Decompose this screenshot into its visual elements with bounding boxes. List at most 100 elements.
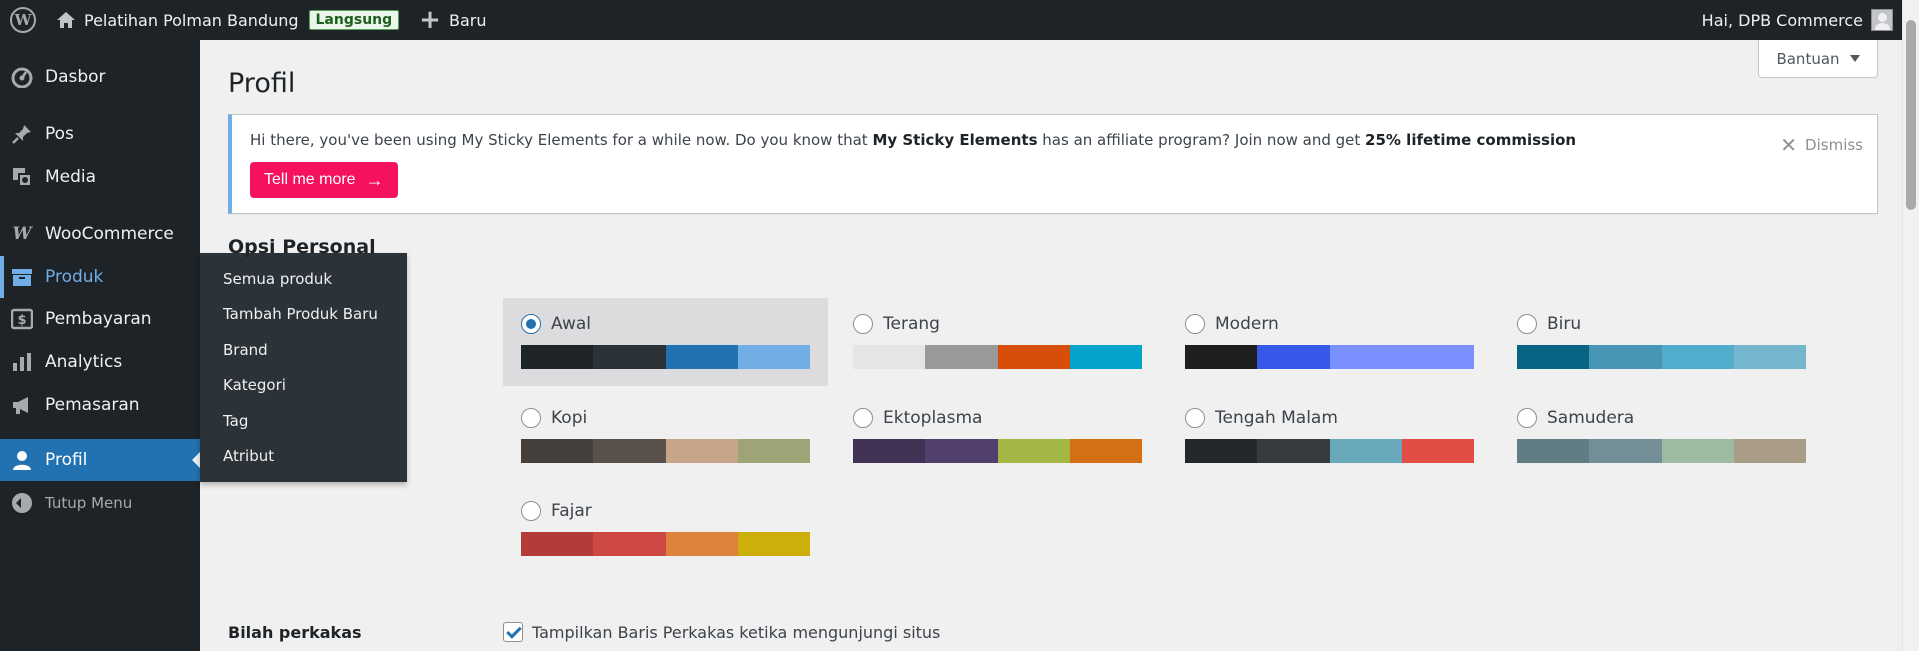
color-swatch [593,439,666,463]
sidebar-item-produk[interactable]: Produk [0,256,208,298]
color-scheme-radio[interactable] [1185,314,1205,334]
color-scheme-radio[interactable] [853,408,873,428]
color-swatch [1661,439,1734,463]
color-scheme-label: Samudera [1517,407,1806,429]
color-swatch [1517,439,1590,463]
sidebar-item-pembayaran[interactable]: $ Pembayaran [0,298,200,340]
color-swatch [853,439,926,463]
color-scheme-label: Terang [853,313,1142,335]
wordpress-menu[interactable]: W [0,0,46,40]
color-scheme-name: Samudera [1547,408,1635,428]
color-scheme-name: Terang [883,314,940,334]
notice-product-name: My Sticky Elements [872,131,1038,149]
media-icon [10,165,34,189]
sidebar-item-pemasaran[interactable]: Pemasaran [0,384,200,426]
sidebar-item-label: Pos [45,124,74,144]
color-scheme-option[interactable]: Samudera [1499,392,1824,480]
sidebar-item-analytics[interactable]: Analytics [0,341,200,383]
account-menu[interactable]: Hai, DPB Commerce [1702,0,1919,40]
sidebar-item-dasbor[interactable]: Dasbor [0,56,200,98]
color-scheme-radio[interactable] [521,501,541,521]
dismiss-button[interactable]: ✕ Dismiss [1780,133,1863,157]
admin-bar: W Pelatihan Polman Bandung Langsung + Ba… [0,0,1919,40]
sidebar-item-profil[interactable]: Profil [0,439,200,481]
sidebar-item-label: Pemasaran [45,395,140,415]
color-scheme-option[interactable]: Modern [1167,298,1492,386]
wordpress-icon: W [10,7,36,33]
color-swatch [665,532,738,556]
color-scheme-radio[interactable] [1517,408,1537,428]
color-swatch [1185,439,1258,463]
color-swatch [1069,439,1142,463]
color-swatch [1733,439,1806,463]
color-swatch [521,345,594,369]
megaphone-icon [10,393,34,417]
woocommerce-icon: W [12,224,32,244]
color-scheme-option[interactable]: Biru [1499,298,1824,386]
color-scheme-option[interactable]: Awal [503,298,828,386]
page-scrollbar[interactable] [1902,0,1919,651]
notice-commission: 25% lifetime commission [1365,131,1577,149]
tell-me-more-button[interactable]: Tell me more → [250,162,398,198]
color-scheme-label: Kopi [521,407,810,429]
color-scheme-radio[interactable] [1185,408,1205,428]
home-icon [56,11,76,29]
color-swatch [665,345,738,369]
color-swatch [1517,345,1590,369]
color-scheme-radio[interactable] [521,408,541,428]
color-swatch [1185,345,1258,369]
notice-text: Hi there, you've been using My Sticky El… [250,131,1576,149]
toolbar-option: Tampilkan Baris Perkakas ketika mengunju… [503,622,940,642]
color-swatches [853,345,1142,369]
color-scheme-label: Tengah Malam [1185,407,1474,429]
color-scheme-name: Awal [551,314,591,334]
color-scheme-option[interactable]: Fajar [503,485,828,573]
caret-down-icon [1849,55,1860,62]
color-scheme-name: Ektoplasma [883,408,983,428]
admin-sidebar: Dasbor Pos Media W WooCommerce Produk $ … [0,40,208,651]
color-scheme-label: Modern [1185,313,1474,335]
color-swatches [1517,345,1806,369]
sidebar-item-media[interactable]: Media [0,156,200,198]
toolbar-checkbox-label[interactable]: Tampilkan Baris Perkakas ketika mengunju… [532,623,940,642]
scrollbar-thumb[interactable] [1906,20,1916,210]
new-content-menu[interactable]: + Baru [409,0,496,40]
color-scheme-option[interactable]: Kopi [503,392,828,480]
color-swatch [737,439,810,463]
toolbar-label: Bilah perkakas [228,623,362,642]
color-swatch [925,345,998,369]
color-swatch [593,532,666,556]
toolbar-checkbox[interactable] [503,622,523,642]
color-scheme-name: Fajar [551,501,592,521]
sidebar-item-label: Media [45,167,97,187]
color-scheme-radio[interactable] [521,314,541,334]
color-scheme-radio[interactable] [1517,314,1537,334]
color-swatch [1661,345,1734,369]
color-swatch [1257,439,1330,463]
help-button[interactable]: Bantuan [1758,40,1878,78]
color-swatch [997,439,1070,463]
notice-text-part: Hi there, you've been using My Sticky El… [250,131,873,149]
color-scheme-option[interactable]: Tengah Malam [1167,392,1492,480]
collapse-label: Tutup Menu [45,494,133,512]
color-swatches [1517,439,1806,463]
sidebar-item-pos[interactable]: Pos [0,113,200,155]
close-icon: ✕ [1780,133,1798,157]
color-scheme-option[interactable]: Ektoplasma [835,392,1160,480]
color-swatch [853,345,926,369]
color-swatch [521,532,594,556]
site-name-link[interactable]: Pelatihan Polman Bandung Langsung [46,0,409,40]
sidebar-item-label: WooCommerce [45,224,174,244]
color-swatch [1401,345,1474,369]
color-swatches [521,345,810,369]
color-swatch [521,439,594,463]
color-scheme-option[interactable]: Terang [835,298,1160,386]
collapse-menu-button[interactable]: Tutup Menu [0,482,200,524]
color-swatches [853,439,1142,463]
notice-text-part: has an affiliate program? Join now and g… [1037,131,1366,149]
color-scheme-radio[interactable] [853,314,873,334]
sidebar-item-woocommerce[interactable]: W WooCommerce [0,213,200,255]
help-label: Bantuan [1776,49,1840,68]
color-swatch [1329,439,1402,463]
button-label: Tell me more [264,171,356,188]
